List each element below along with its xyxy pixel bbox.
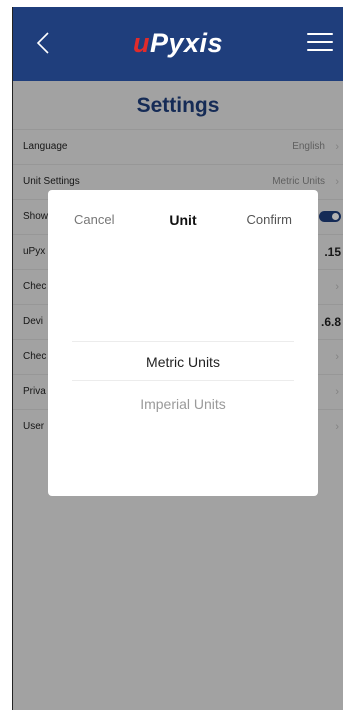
chevron-left-icon	[36, 32, 49, 54]
hamburger-menu-icon[interactable]	[307, 27, 333, 57]
confirm-button[interactable]: Confirm	[246, 212, 292, 227]
picker-divider	[72, 380, 294, 381]
picker-divider	[72, 341, 294, 342]
back-button[interactable]	[27, 25, 59, 61]
picker-option-metric[interactable]: Metric Units	[48, 354, 318, 370]
app-logo: uPyxis	[133, 28, 224, 58]
picker-option-imperial[interactable]: Imperial Units	[48, 396, 318, 412]
navbar: uPyxis	[13, 7, 343, 81]
unit-picker-dialog: Cancel Unit Confirm Metric Units Imperia…	[48, 190, 318, 496]
